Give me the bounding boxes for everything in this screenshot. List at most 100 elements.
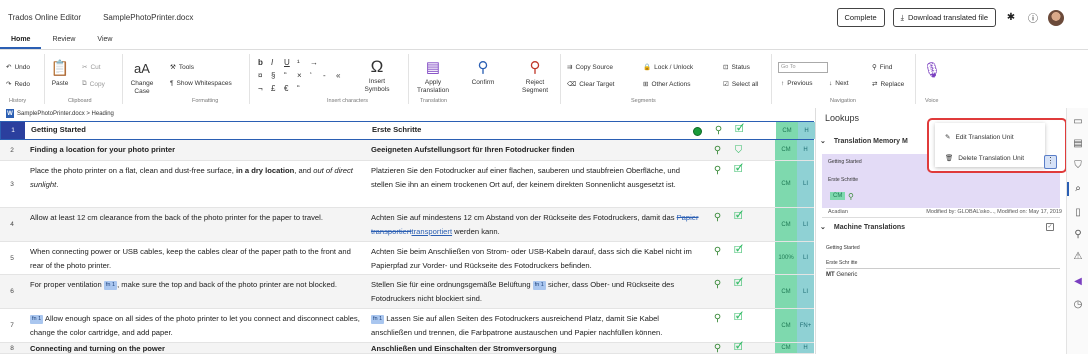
copy-source-button[interactable]: ⇉ Copy Source	[567, 63, 613, 72]
insert-symbols-button[interactable]: Ω Insert Symbols	[359, 58, 395, 94]
source-text[interactable]: Finding a location for your photo printe…	[30, 140, 360, 160]
goto-input[interactable]: Go To	[778, 62, 828, 73]
lookup-icon[interactable]: ⚲	[712, 279, 723, 290]
target-text[interactable]: Platzieren Sie den Fotodrucker auf einer…	[371, 161, 701, 207]
source-text[interactable]: For proper ventilation fn 1, make sure t…	[30, 275, 360, 308]
footnote-tag[interactable]: fn 1	[532, 281, 546, 290]
segment-row[interactable]: 8 Connecting and turning on the power An…	[0, 342, 814, 354]
target-text[interactable]: Stellen Sie für eine ordnungsgemäße Belü…	[371, 275, 701, 308]
puzzle-icon[interactable]: ✱	[1004, 11, 1018, 25]
open-quote-char-button[interactable]: “	[297, 84, 300, 93]
lookup-icon[interactable]: ⚲	[712, 212, 723, 223]
footnote-tag[interactable]: fn 1	[103, 281, 118, 290]
cut-button[interactable]: ✂ Cut	[82, 63, 101, 72]
section-char-button[interactable]: §	[271, 71, 275, 80]
change-case-button[interactable]: aA Change Case	[127, 60, 157, 96]
reject-segment-button[interactable]: ⚲ Reject Segment	[518, 59, 552, 95]
source-text[interactable]: Getting Started	[31, 122, 361, 139]
translation-memory-header[interactable]: ⌄ Translation Memory M	[820, 137, 908, 146]
target-text[interactable]: fn 1 Lassen Sie auf allen Seiten des Fot…	[371, 309, 701, 342]
confirm-check-icon[interactable]: 🗹	[733, 211, 744, 223]
footnote-tag[interactable]: fn 1	[371, 315, 385, 324]
filter-icon[interactable]: ⛉	[1072, 160, 1084, 172]
other-actions-button[interactable]: ⊞ Other Actions	[643, 80, 690, 89]
arrow-char-button[interactable]: →	[310, 58, 318, 67]
source-text[interactable]: Connecting and turning on the power	[30, 343, 360, 353]
confirm-check-icon[interactable]: 🗹	[734, 124, 745, 136]
segment-row[interactable]: 4 Allow at least 12 cm clearance from th…	[0, 208, 814, 242]
search-icon[interactable]: ⚲	[1072, 229, 1084, 241]
target-text[interactable]: Achten Sie auf mindestens 12 cm Abstand …	[371, 208, 701, 241]
download-translated-file-button[interactable]: ⤓ Download translated file	[892, 8, 996, 27]
pound-char-button[interactable]: £	[271, 84, 275, 93]
voice-button[interactable]: 🎙	[922, 62, 941, 82]
tab-home[interactable]: Home	[0, 35, 42, 49]
guillemet-char-button[interactable]: «	[336, 71, 340, 80]
tm-search-icon[interactable]: ⚲	[848, 192, 854, 201]
lookup-icon[interactable]: ⚲	[712, 246, 723, 257]
complete-button[interactable]: Complete	[836, 8, 885, 27]
confirm-check-icon[interactable]: 🗹	[733, 278, 744, 290]
lookups-icon[interactable]: ⌕	[1072, 183, 1084, 195]
avatar[interactable]	[1048, 9, 1064, 26]
segment-row[interactable]: 5 When connecting power or USB cables, k…	[0, 242, 814, 275]
footnote-tag[interactable]: fn 1	[30, 315, 44, 324]
tools-button[interactable]: ⚒ Tools	[170, 63, 194, 72]
lock-unlock-button[interactable]: 🔒 Lock / Unlock	[643, 63, 693, 72]
confirm-check-icon[interactable]: 🗹	[733, 342, 744, 354]
lookup-icon[interactable]: ⚲	[712, 145, 723, 156]
times-char-button[interactable]: ×	[297, 71, 302, 80]
confirm-check-icon[interactable]: 🗹	[733, 164, 744, 176]
lookup-icon[interactable]: ⚲	[712, 165, 723, 176]
target-text[interactable]: Erste Schritte	[372, 122, 702, 139]
tab-review[interactable]: Review	[41, 35, 86, 49]
comments-icon[interactable]: ▤	[1072, 138, 1084, 150]
select-all-button[interactable]: ☑ Select all	[723, 80, 758, 89]
tab-view[interactable]: View	[86, 35, 123, 49]
previous-button[interactable]: ↑ Previous	[781, 80, 813, 87]
next-button[interactable]: ↓ Next	[829, 80, 849, 87]
confirm-check-icon[interactable]: 🗹	[733, 312, 744, 324]
single-quote-char-button[interactable]: ‘	[310, 71, 312, 80]
document-icon[interactable]: ▭	[1072, 116, 1084, 128]
delete-translation-unit-item[interactable]: 🗑 Delete Translation Unit	[945, 154, 1024, 163]
source-text[interactable]: fn 1 Allow enough space on all sides of …	[30, 309, 360, 342]
replace-button[interactable]: ⇄ Replace	[872, 80, 904, 89]
italic-button[interactable]: I	[271, 58, 273, 67]
paste-button[interactable]: 📋 Paste	[49, 60, 71, 88]
machine-translations-header[interactable]: ⌄ Machine Translations	[820, 223, 905, 232]
source-text[interactable]: Allow at least 12 cm clearance from the …	[30, 208, 360, 241]
confirm-button[interactable]: ⚲ Confirm	[466, 59, 500, 87]
segment-row[interactable]: 2 Finding a location for your photo prin…	[0, 140, 814, 161]
copy-button[interactable]: ⧉ Copy	[82, 80, 105, 88]
segment-row[interactable]: 7 fn 1 Allow enough space on all sides o…	[0, 309, 814, 343]
superscript-button[interactable]: ¹	[297, 58, 300, 67]
target-text[interactable]: Anschließen und Einschalten der Stromver…	[371, 343, 701, 353]
segment-row[interactable]: 6 For proper ventilation fn 1, make sure…	[0, 275, 814, 309]
not-char-button[interactable]: ¬	[258, 84, 263, 93]
currency-char-button[interactable]: ¤	[258, 71, 262, 80]
show-whitespaces-button[interactable]: ¶ Show Whitespaces	[170, 80, 232, 87]
quote-char-button[interactable]: “	[284, 71, 287, 80]
target-text[interactable]: Geeigneten Aufstellungsort für Ihren Fot…	[371, 140, 701, 160]
lookup-icon[interactable]: ⚲	[713, 125, 724, 136]
target-text[interactable]: Achten Sie beim Anschließen von Strom- o…	[371, 242, 701, 274]
redo-button[interactable]: ↷ Redo	[6, 80, 30, 89]
source-text[interactable]: Place the photo printer on a flat, clean…	[30, 161, 360, 207]
filter-icon[interactable]: ⛉	[733, 145, 744, 156]
confirm-check-icon[interactable]: 🗹	[733, 245, 744, 257]
dash-char-button[interactable]: -	[323, 71, 326, 80]
more-options-button[interactable]: ⋮	[1044, 155, 1057, 169]
mt-settings-icon[interactable]: ✓	[1046, 223, 1054, 231]
history-icon[interactable]: ◷	[1072, 299, 1084, 311]
clear-target-button[interactable]: ⌫ Clear Target	[567, 80, 615, 89]
underline-button[interactable]: U	[284, 58, 290, 67]
info-icon[interactable]: ⓘ	[1026, 11, 1040, 25]
bookmark-icon[interactable]: ▯	[1072, 207, 1084, 219]
apply-translation-button[interactable]: ▤ Apply Translation	[414, 59, 452, 95]
segment-row[interactable]: 3 Place the photo printer on a flat, cle…	[0, 161, 814, 208]
find-button[interactable]: ⚲ Find	[872, 63, 892, 72]
status-button[interactable]: ⊡ Status	[723, 63, 750, 72]
undo-button[interactable]: ↶ Undo	[6, 63, 30, 72]
segment-row[interactable]: 1 Getting Started Erste Schritte ⚲ 🗹 CM H	[0, 121, 815, 140]
